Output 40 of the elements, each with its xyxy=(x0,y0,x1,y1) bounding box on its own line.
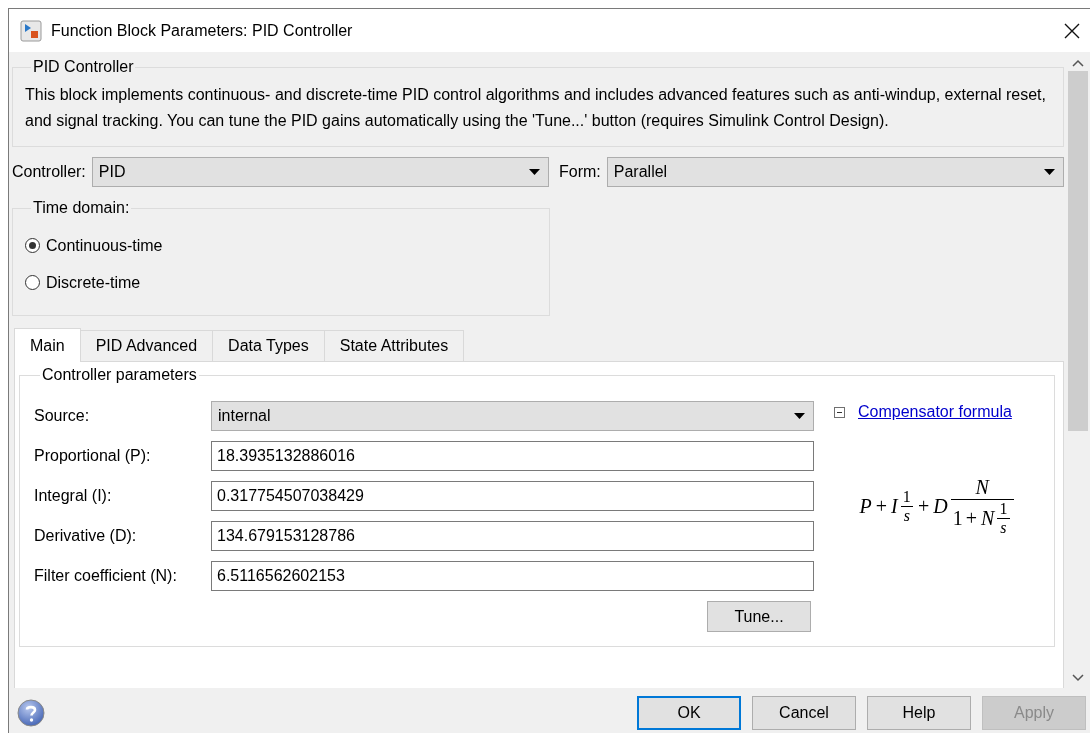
caret-icon xyxy=(529,169,540,175)
radio-label: Continuous-time xyxy=(46,236,163,255)
caret-icon xyxy=(1044,169,1055,175)
field-label: Form: xyxy=(559,163,601,181)
radio-label: Discrete-time xyxy=(46,273,141,292)
dialog-button[interactable]: OK xyxy=(637,696,741,730)
description-text: This block implements continuous- and discrete-time PID control algorithms and includes advanced features such as anti-windup, external reset, and signal tracking. You can tune the PID gains automatically using the 'Tune...' button (requires Simulink Control Design). xyxy=(25,85,1047,131)
scroll-down-icon[interactable] xyxy=(1072,674,1084,682)
window-title: Function Block Parameters: PID Controller xyxy=(51,21,354,40)
input-field[interactable]: 18.3935132886016 xyxy=(211,441,814,471)
field-label: Source: xyxy=(34,407,91,425)
field-label: Derivative (D): xyxy=(34,527,138,545)
field-label: Filter coefficient (N): xyxy=(34,567,178,585)
dropdown[interactable]: PID xyxy=(91,157,549,187)
radio-button[interactable] xyxy=(25,238,40,253)
field-label: Integral (I): xyxy=(34,487,113,505)
input-field[interactable]: 0.317754507038429 xyxy=(211,481,814,511)
formula-link[interactable]: Compensator formula xyxy=(858,403,1012,421)
tune-button[interactable]: Tune... xyxy=(707,601,811,632)
dialog-button[interactable]: Cancel xyxy=(752,696,856,730)
group-title: Controller parameters xyxy=(41,366,198,384)
caret-icon xyxy=(794,413,805,419)
field-label: Proportional (P): xyxy=(34,447,152,465)
dropdown[interactable]: Parallel xyxy=(606,157,1064,187)
scrollbar-thumb[interactable] xyxy=(1068,71,1088,431)
input-field[interactable]: 6.5116562602153 xyxy=(211,561,814,591)
collapse-icon[interactable] xyxy=(834,406,845,418)
tab[interactable]: State Attributes xyxy=(323,330,465,361)
tab[interactable]: Main xyxy=(14,328,81,362)
group-title: Time domain: xyxy=(32,199,131,217)
dialog-button[interactable]: Help xyxy=(867,696,971,730)
group-title: PID Controller xyxy=(32,58,135,76)
radio-button[interactable] xyxy=(25,275,40,290)
field-label: Controller: xyxy=(12,163,86,181)
block-icon xyxy=(20,19,42,42)
scroll-up-icon[interactable] xyxy=(1072,59,1084,67)
help-icon[interactable] xyxy=(17,699,45,727)
close-icon[interactable] xyxy=(1064,22,1080,39)
dropdown[interactable]: internal xyxy=(211,401,814,431)
input-field[interactable]: 134.679153128786 xyxy=(211,521,814,551)
